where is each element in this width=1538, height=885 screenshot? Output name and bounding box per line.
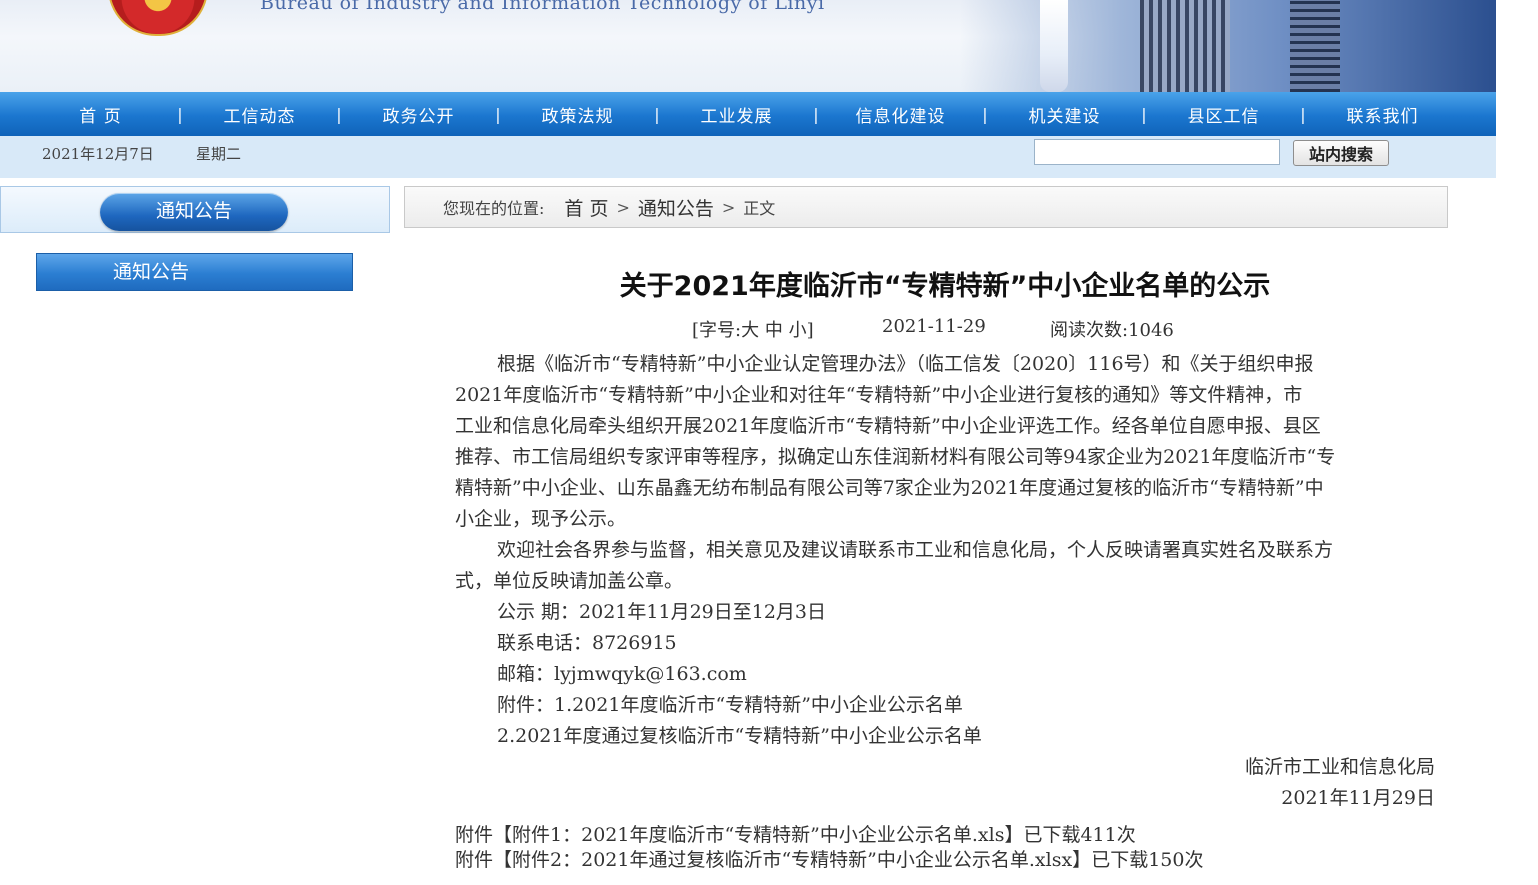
article-paragraph-line: 式，单位反映请加盖公章。	[455, 570, 684, 592]
breadcrumb-home-link[interactable]: 首 页	[564, 194, 608, 221]
attachment-row: 附件【附件2：2021年通过复核临沂市“专精特新”中小企业公示名单.xlsx】已…	[455, 845, 1203, 872]
nav-separator: |	[982, 104, 988, 124]
views-label: 阅读次数:	[1050, 320, 1129, 341]
article-views: 阅读次数:1046	[1050, 316, 1174, 342]
launch-tower-graphic	[1140, 0, 1230, 92]
breadcrumb-arrow: >	[721, 197, 736, 217]
attachment-link-2[interactable]: 【附件2：2021年通过复核临沂市“专精特新”中小企业公示名单.xlsx】	[493, 849, 1091, 871]
nav-item-news[interactable]: 工信动态	[187, 102, 332, 127]
font-size-large-link[interactable]: 大	[741, 320, 759, 341]
article-title: 关于2021年度临沂市“专精特新”中小企业名单的公示	[619, 271, 1271, 302]
article-paragraph-line: 精特新”中小企业、山东晶鑫无纺布制品有限公司等7家企业为2021年度通过复核的临…	[455, 477, 1324, 499]
attachment-note-2: 2.2021年度通过复核临沂市“专精特新”中小企业公示名单	[497, 725, 982, 747]
breadcrumb: 您现在的位置: 首 页 > 通知公告 > 正文	[404, 186, 1448, 228]
nav-item-organ-building[interactable]: 机关建设	[992, 102, 1137, 127]
font-size-switcher: [字号:大 中 小]	[692, 316, 814, 342]
nav-item-gov-affairs[interactable]: 政务公开	[346, 102, 491, 127]
attachment-row: 附件【附件1：2021年度临沂市“专精特新”中小企业公示名单.xls】已下载41…	[455, 820, 1136, 847]
breadcrumb-label: 您现在的位置:	[443, 199, 545, 218]
font-size-small-link[interactable]: 小	[789, 320, 807, 341]
current-weekday: 星期二	[196, 145, 242, 163]
breadcrumb-section-link[interactable]: 通知公告	[638, 194, 714, 221]
sidebar-item-notices[interactable]: 通知公告	[36, 253, 353, 291]
font-size-label-close: ]	[806, 320, 814, 341]
attachment-download-count: 已下载150次	[1091, 849, 1204, 871]
site-search-button[interactable]: 站内搜索	[1293, 140, 1389, 166]
article-paragraph-line: 根据《临沂市“专精特新”中小企业认定管理办法》（临工信发〔2020〕116号）和…	[497, 353, 1314, 375]
nav-separator: |	[336, 104, 342, 124]
article-signature: 临沂市工业和信息化局	[1244, 756, 1435, 778]
launch-tower-graphic	[1290, 0, 1340, 92]
nav-separator: |	[495, 104, 501, 124]
site-search-input[interactable]	[1034, 139, 1280, 165]
current-date: 2021年12月7日	[42, 145, 154, 163]
nav-item-contact[interactable]: 联系我们	[1310, 102, 1455, 127]
article-paragraph-line: 2021年度临沂市“专精特新”中小企业和对往年“专精特新”中小企业进行复核的通知…	[455, 384, 1303, 406]
views-count: 1046	[1128, 320, 1174, 341]
attachment-prefix: 附件	[455, 849, 494, 871]
sidebar-title: 通知公告	[100, 193, 288, 231]
nav-item-home[interactable]: 首 页	[28, 102, 173, 127]
nav-item-industry[interactable]: 工业发展	[664, 102, 809, 127]
article-paragraph-line: 欢迎社会各界参与监督，相关意见及建议请联系市工业和信息化局，个人反映请署真实姓名…	[497, 539, 1334, 561]
article-paragraph-line: 工业和信息化局牵头组织开展2021年度临沂市“专精特新”中小企业评选工作。经各单…	[455, 415, 1321, 437]
main-nav: 首 页 | 工信动态 | 政务公开 | 政策法规 | 工业发展 | 信息化建设 …	[0, 92, 1496, 136]
nav-separator: |	[177, 104, 183, 124]
nav-item-policy[interactable]: 政策法规	[505, 102, 650, 127]
contact-email: 邮箱：lyjmwqyk@163.com	[497, 663, 747, 685]
nav-separator: |	[1300, 104, 1306, 124]
national-emblem-logo	[108, 0, 208, 36]
breadcrumb-current: 正文	[743, 199, 776, 218]
font-size-medium-link[interactable]: 中	[765, 320, 783, 341]
nav-separator: |	[1141, 104, 1147, 124]
article-date: 2021-11-29	[882, 316, 986, 337]
nav-separator: |	[813, 104, 819, 124]
rocket-graphic	[1040, 0, 1068, 92]
attachment-prefix: 附件	[455, 824, 494, 846]
publicity-period: 公示 期：2021年11月29日至12月3日	[497, 601, 827, 623]
attachment-note-1: 附件：1.2021年度临沂市“专精特新”中小企业公示名单	[497, 694, 963, 716]
article-paragraph-line: 小企业，现予公示。	[455, 508, 627, 530]
header-banner: Bureau of Industry and Information Techn…	[0, 0, 1496, 92]
article-paragraph-line: 推荐、市工信局组织专家评审等程序，拟确定山东佳润新材料有限公司等94家企业为20…	[455, 446, 1336, 468]
breadcrumb-arrow: >	[616, 197, 630, 217]
rocket-launch-image	[960, 0, 1496, 92]
contact-phone: 联系电话：8726915	[497, 632, 677, 654]
banner-subtitle: Bureau of Industry and Information Techn…	[260, 0, 825, 14]
article-sign-date: 2021年11月29日	[1281, 787, 1435, 809]
font-size-label-open: [字号:	[692, 320, 742, 341]
nav-item-county[interactable]: 县区工信	[1151, 102, 1296, 127]
attachment-download-count: 已下载411次	[1023, 824, 1136, 846]
nav-separator: |	[654, 104, 660, 124]
attachment-link-1[interactable]: 【附件1：2021年度临沂市“专精特新”中小企业公示名单.xls】	[493, 824, 1023, 846]
nav-item-informatization[interactable]: 信息化建设	[823, 102, 978, 127]
